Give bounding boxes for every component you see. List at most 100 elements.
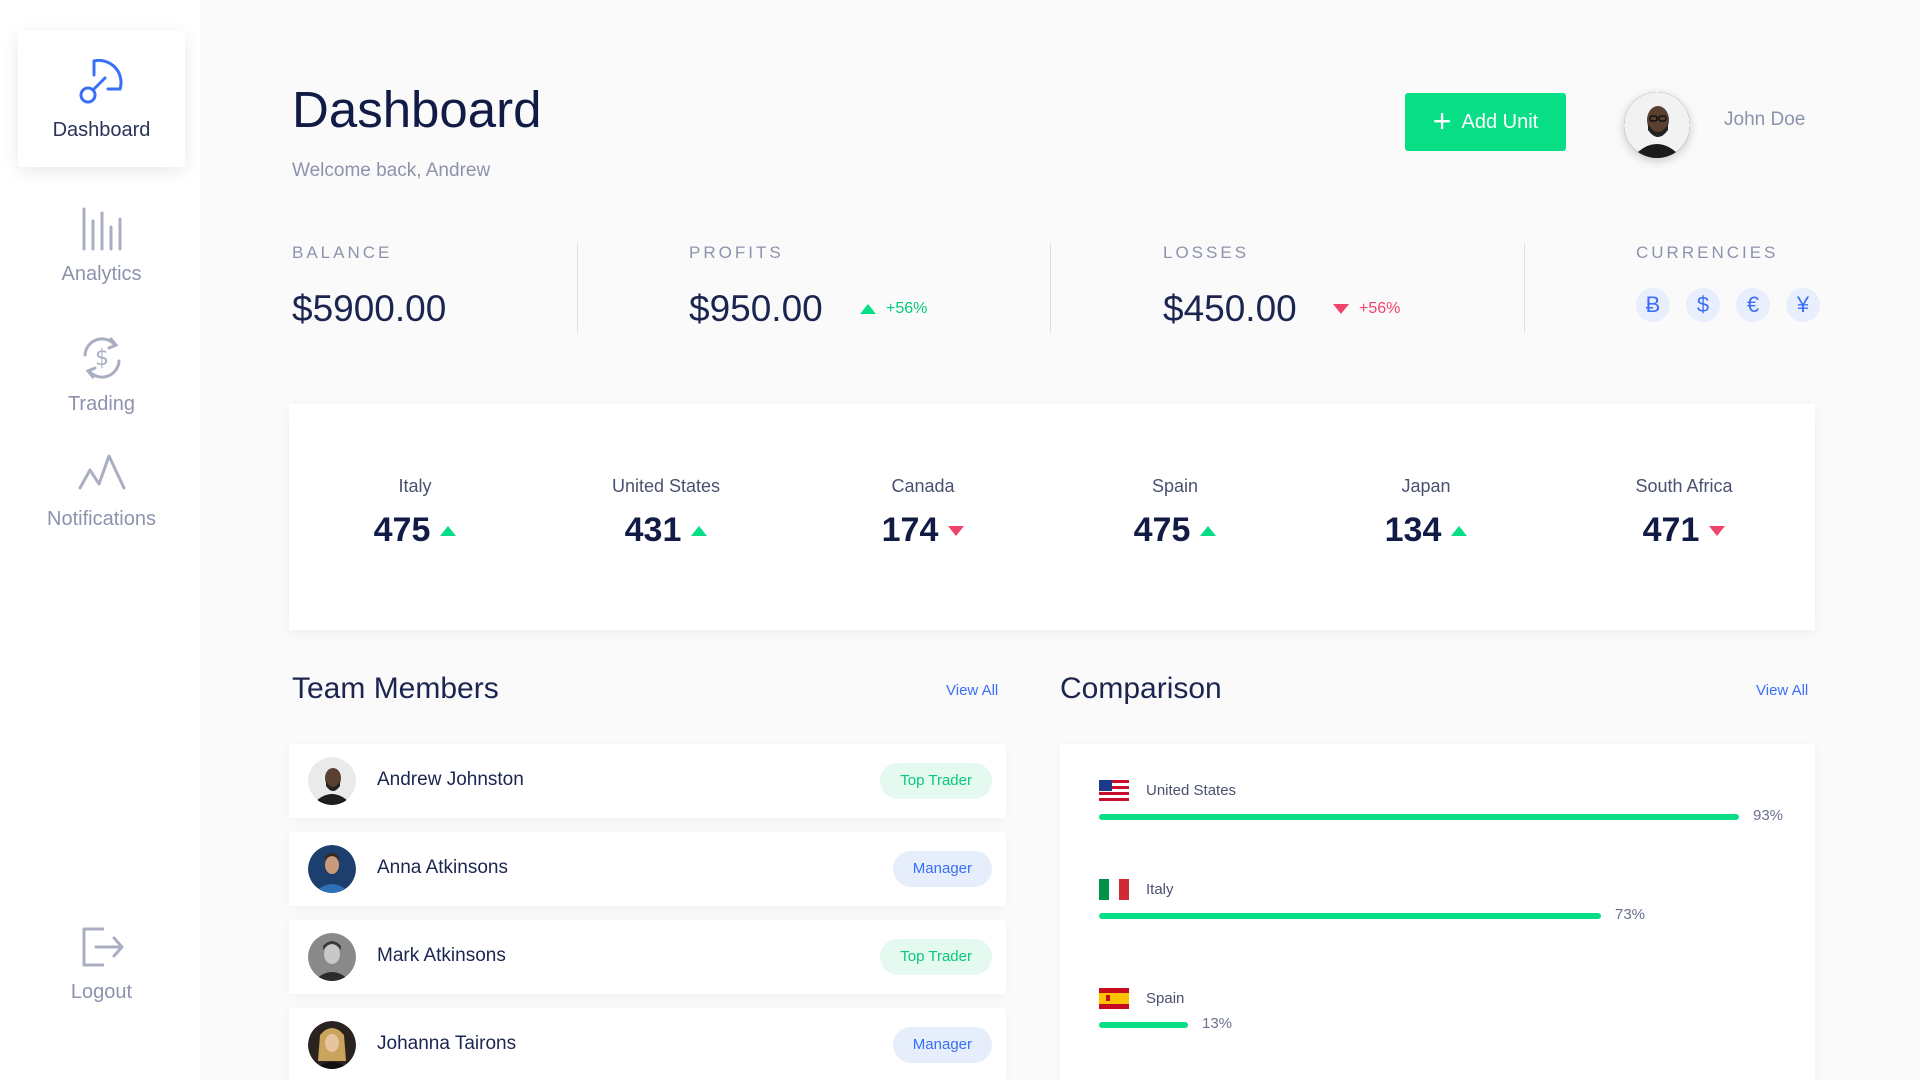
dollar-icon[interactable]: $	[1686, 288, 1720, 322]
logout-label: Logout	[70, 981, 133, 1003]
team-view-all-link[interactable]: View All	[946, 682, 998, 699]
sidebar-item-label: Dashboard	[52, 119, 151, 141]
comparison-country: Spain	[1146, 990, 1185, 1007]
avatar	[308, 757, 356, 805]
comparison-country: United States	[1146, 782, 1237, 799]
bitcoin-icon[interactable]: Ƀ	[1636, 288, 1670, 322]
spain-flag-icon	[1099, 988, 1129, 1009]
comparison-bar	[1099, 913, 1601, 919]
page-title: Dashboard	[292, 81, 542, 138]
arrow-up-icon	[860, 304, 876, 314]
country-stat-spain: Spain 475	[1075, 476, 1275, 550]
country-name: Canada	[891, 476, 955, 496]
divider	[1050, 243, 1051, 333]
logout-button[interactable]: Logout	[18, 915, 185, 1051]
balance-label: BALANCE	[292, 243, 393, 262]
country-value: 431	[624, 511, 682, 549]
sidebar-item-label: Trading	[67, 393, 136, 415]
member-name: Mark Atkinsons	[377, 945, 506, 966]
arrow-up-icon	[1451, 525, 1468, 536]
member-name: Johanna Tairons	[377, 1033, 517, 1054]
sidebar-item-label: Notifications	[47, 508, 156, 530]
balance-value: $5900.00	[292, 288, 447, 329]
losses-value: $450.00	[1163, 288, 1297, 329]
user-name: John Doe	[1724, 109, 1806, 130]
arrow-down-icon	[948, 525, 965, 536]
add-unit-label: Add Unit	[1461, 110, 1539, 133]
country-value: 471	[1642, 511, 1700, 549]
sidebar-item-trading[interactable]: $ Trading	[18, 323, 185, 459]
sidebar-item-analytics[interactable]: Analytics	[18, 195, 185, 331]
bar-chart-icon	[82, 207, 121, 251]
avatar	[308, 845, 356, 893]
role-badge: Top Trader	[880, 763, 992, 799]
yen-icon[interactable]: ¥	[1786, 288, 1820, 322]
sidebar-item-label: Analytics	[61, 263, 142, 285]
avatar	[308, 1021, 356, 1069]
arrow-up-icon	[691, 525, 708, 536]
comparison-country: Italy	[1146, 881, 1174, 898]
country-name: Italy	[398, 476, 432, 496]
italy-flag-icon	[1099, 879, 1129, 900]
logout-icon	[82, 927, 123, 967]
divider	[1524, 243, 1525, 333]
arrow-up-icon	[1200, 525, 1217, 536]
gauge-icon	[79, 58, 122, 104]
comparison-percent: 93%	[1753, 807, 1784, 824]
profits-label: PROFITS	[689, 243, 784, 262]
country-stat-united-states: United States 431	[566, 476, 766, 550]
country-stat-japan: Japan 134	[1326, 476, 1526, 550]
team-member-row[interactable]: Andrew Johnston Top Trader	[289, 744, 1006, 818]
country-value: 174	[881, 511, 939, 549]
country-stat-canada: Canada 174	[823, 476, 1023, 550]
sidebar: Dashboard Analytics $ Trading Notificati…	[0, 0, 200, 1080]
country-value: 475	[373, 511, 431, 549]
team-member-row[interactable]: Mark Atkinsons Top Trader	[289, 920, 1006, 994]
country-name: Japan	[1401, 476, 1451, 496]
arrow-down-icon	[1709, 525, 1726, 536]
team-member-row[interactable]: Johanna Tairons Manager	[289, 1008, 1006, 1080]
sidebar-item-notifications[interactable]: Notifications	[18, 440, 185, 576]
dollar-exchange-icon: $	[83, 337, 120, 379]
currencies-label: CURRENCIES	[1636, 243, 1779, 262]
country-value: 475	[1133, 511, 1191, 549]
comparison-percent: 73%	[1615, 906, 1646, 923]
welcome-text: Welcome back, Andrew	[292, 160, 491, 181]
losses-label: LOSSES	[1163, 243, 1250, 262]
sidebar-item-dashboard[interactable]: Dashboard	[18, 31, 185, 167]
country-stat-italy: Italy 475	[315, 476, 515, 550]
pulse-icon	[78, 454, 125, 490]
role-badge: Manager	[892, 1027, 992, 1063]
arrow-up-icon	[440, 525, 457, 536]
comparison-bar	[1099, 814, 1739, 820]
comparison-view-all-link[interactable]: View All	[1756, 682, 1808, 699]
us-flag-icon	[1099, 780, 1129, 801]
country-name: South Africa	[1635, 476, 1733, 496]
comparison-bar	[1099, 1022, 1188, 1028]
svg-text:$: $	[95, 346, 109, 371]
member-name: Anna Atkinsons	[377, 857, 508, 878]
country-value: 134	[1384, 511, 1442, 549]
comparison-percent: 13%	[1202, 1015, 1233, 1032]
role-badge: Manager	[892, 851, 992, 887]
country-stats-card: Italy 475 United States 431 Canada 174 S…	[289, 404, 1815, 630]
team-member-row[interactable]: Anna Atkinsons Manager	[289, 832, 1006, 906]
role-badge: Top Trader	[880, 939, 992, 975]
profits-change-value: +56%	[886, 300, 928, 317]
euro-icon[interactable]: €	[1736, 288, 1770, 322]
country-stat-south-africa: South Africa 471	[1584, 476, 1784, 550]
comparison-card: United States 93% Italy 73% Spain 13%	[1060, 744, 1815, 1080]
add-unit-button[interactable]: + Add Unit	[1405, 93, 1566, 151]
currency-icons: Ƀ $ € ¥	[1636, 288, 1820, 322]
profits-change: +56%	[860, 300, 927, 318]
member-name: Andrew Johnston	[377, 769, 524, 790]
losses-change: +56%	[1333, 300, 1400, 318]
team-members-title: Team Members	[292, 672, 499, 705]
user-avatar[interactable]	[1624, 92, 1690, 158]
avatar	[308, 933, 356, 981]
country-name: Spain	[1151, 476, 1199, 496]
plus-icon: +	[1432, 102, 1452, 139]
comparison-title: Comparison	[1060, 672, 1222, 705]
profits-value: $950.00	[689, 288, 823, 329]
country-name: United States	[611, 476, 721, 496]
